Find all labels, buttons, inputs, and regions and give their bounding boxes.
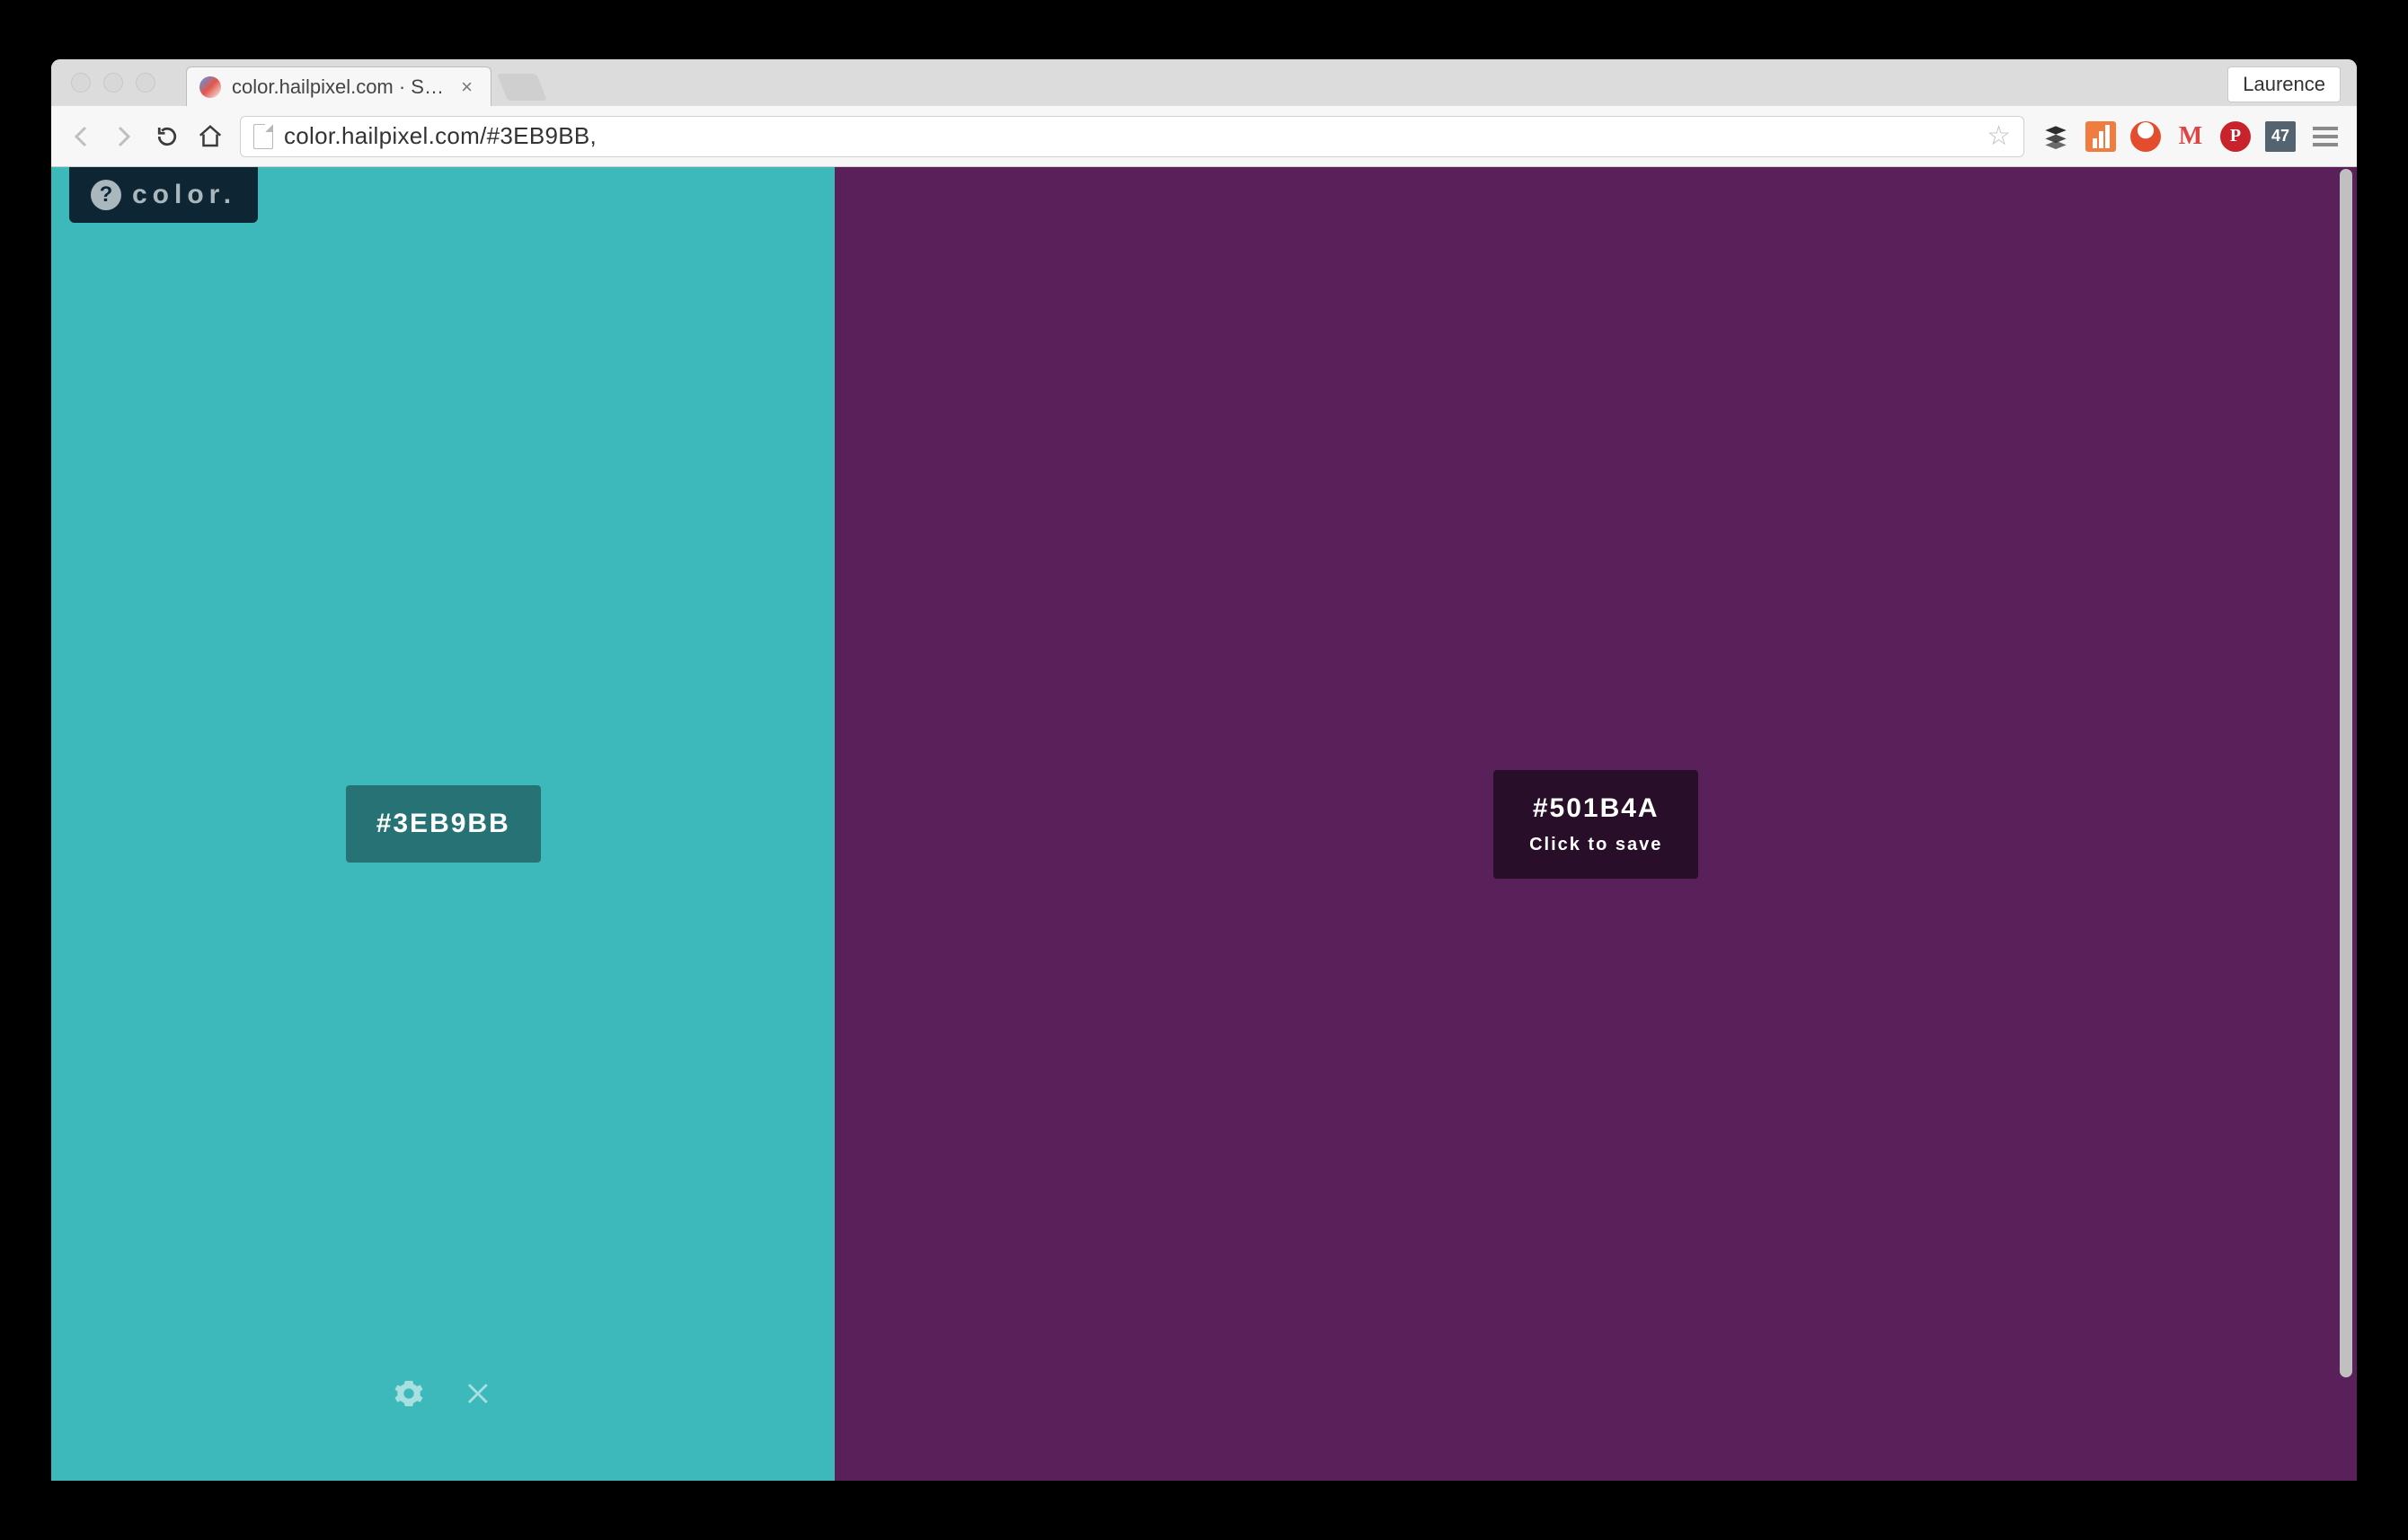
bookmark-star-icon[interactable]: ☆: [1987, 120, 2011, 152]
back-button[interactable]: [67, 123, 94, 150]
reload-button[interactable]: [154, 123, 181, 150]
adblock-extension-icon[interactable]: [2130, 121, 2161, 152]
saved-swatch[interactable]: ? color. #3EB9BB: [51, 167, 835, 1481]
url-text: color.hailpixel.com/#3EB9BB,: [284, 122, 1976, 150]
tab-close-icon[interactable]: ×: [461, 75, 473, 99]
tab-favicon-icon: [199, 76, 221, 98]
browser-window: color.hailpixel.com · Swatc × Laurence c: [51, 59, 2357, 1481]
window-close-button[interactable]: [71, 73, 91, 93]
site-identity-icon[interactable]: [253, 124, 273, 149]
page-viewport[interactable]: ? color. #3EB9BB #501B4A: [51, 167, 2357, 1481]
buffer-extension-icon[interactable]: [2041, 121, 2071, 152]
new-tab-button[interactable]: [497, 74, 547, 101]
gmail-extension-icon[interactable]: M: [2175, 121, 2206, 152]
saved-swatch-hex: #3EB9BB: [376, 809, 510, 839]
tab-strip: color.hailpixel.com · Swatc × Laurence: [51, 59, 2357, 106]
pinterest-extension-icon[interactable]: P: [2220, 121, 2251, 152]
active-swatch[interactable]: #501B4A Click to save: [835, 167, 2357, 1481]
help-icon[interactable]: ?: [91, 180, 121, 210]
close-icon: [462, 1378, 492, 1409]
analytics-extension-icon[interactable]: [2085, 121, 2116, 152]
site-logo-button[interactable]: ? color.: [69, 167, 258, 223]
saved-swatch-controls: [51, 1378, 835, 1409]
home-button[interactable]: [197, 123, 224, 150]
forward-button[interactable]: [111, 123, 137, 150]
site-logo-label: color.: [132, 180, 236, 210]
browser-toolbar: color.hailpixel.com/#3EB9BB, ☆ M P 47: [51, 106, 2357, 167]
active-swatch-hex: #501B4A: [1529, 793, 1662, 824]
swatch-delete-button[interactable]: [462, 1378, 492, 1409]
extension-icons: M P 47: [2041, 121, 2341, 152]
tab-title: color.hailpixel.com · Swatc: [232, 75, 450, 99]
active-swatch-hint: Click to save: [1529, 835, 1662, 855]
desktop-frame: color.hailpixel.com · Swatc × Laurence c: [0, 0, 2408, 1540]
counter-extension-icon[interactable]: 47: [2265, 121, 2296, 152]
scrollbar-thumb[interactable]: [2340, 169, 2352, 1377]
window-zoom-button[interactable]: [136, 73, 155, 93]
arrow-right-icon: [111, 123, 137, 150]
reload-icon: [154, 123, 181, 150]
window-minimize-button[interactable]: [103, 73, 123, 93]
saved-swatch-label: #3EB9BB: [346, 785, 541, 863]
browser-tab[interactable]: color.hailpixel.com · Swatc ×: [186, 66, 491, 106]
address-bar[interactable]: color.hailpixel.com/#3EB9BB, ☆: [240, 116, 2024, 157]
profile-button[interactable]: Laurence: [2227, 66, 2341, 102]
gear-icon: [394, 1378, 424, 1409]
active-swatch-label: #501B4A Click to save: [1493, 770, 1698, 879]
swatch-settings-button[interactable]: [394, 1378, 424, 1409]
vertical-scrollbar[interactable]: [2336, 167, 2354, 1481]
chrome-menu-button[interactable]: [2310, 121, 2341, 152]
home-icon: [197, 123, 224, 150]
window-controls: [71, 59, 155, 106]
arrow-left-icon: [67, 123, 94, 150]
